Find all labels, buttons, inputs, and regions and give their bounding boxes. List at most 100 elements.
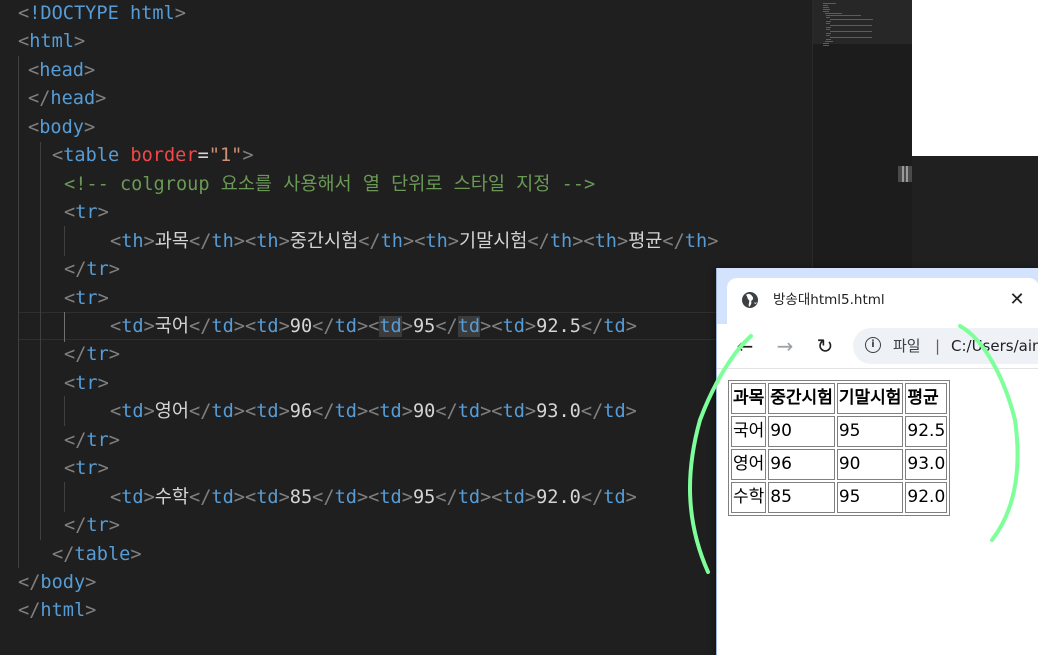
forward-arrow-icon[interactable]: → xyxy=(771,332,799,360)
scrollbar-marker xyxy=(902,166,908,182)
code-token: >< xyxy=(233,401,257,423)
code-token: th xyxy=(684,230,708,252)
code-token: > xyxy=(625,401,637,423)
code-line[interactable]: </body> xyxy=(18,569,96,597)
code-token: td xyxy=(211,486,234,508)
code-token: body xyxy=(40,572,86,593)
code-token: </ xyxy=(52,543,75,565)
code-token: > xyxy=(143,486,155,508)
code-token: 92.0 xyxy=(536,486,581,508)
code-token: td xyxy=(379,486,402,508)
code-token: >< xyxy=(572,230,595,252)
code-line[interactable]: <tr> xyxy=(64,285,109,313)
code-token: html xyxy=(129,3,175,24)
code-token: > xyxy=(278,230,290,252)
code-line[interactable]: </tr> xyxy=(64,256,120,284)
table-cell: 영어 xyxy=(731,449,767,480)
code-token: table xyxy=(74,543,131,565)
minimap-line xyxy=(830,25,872,26)
code-token: >< xyxy=(480,401,503,423)
browser-tab[interactable]: 방송대html5.html ✕ xyxy=(727,278,1038,324)
code-line[interactable]: </tr> xyxy=(64,427,120,455)
code-token: 85 xyxy=(289,486,313,508)
code-line[interactable]: <tr> xyxy=(64,199,109,227)
code-token: 국어 xyxy=(154,315,190,337)
code-line[interactable]: </tr> xyxy=(64,512,120,540)
code-token: </ xyxy=(18,600,41,622)
code-token: </ xyxy=(189,401,212,423)
reload-icon[interactable]: ↻ xyxy=(811,332,839,360)
code-line[interactable]: <td>영어</td><td>96</td><td>90</td><td>93.… xyxy=(110,398,637,426)
code-line[interactable]: <head> xyxy=(28,57,95,85)
code-line[interactable]: <table border="1"> xyxy=(52,142,254,170)
code-token: < xyxy=(64,287,76,309)
code-token: </ xyxy=(435,486,458,508)
address-bar[interactable]: i 파일 | C:/Users/aim xyxy=(853,328,1038,364)
code-line[interactable]: <td>수학</td><td>85</td><td>95</td><td>92.… xyxy=(110,484,637,512)
code-token: > xyxy=(143,230,155,252)
code-line[interactable]: </head> xyxy=(28,85,106,113)
code-token: </ xyxy=(580,315,604,337)
code-line[interactable]: <td>국어</td><td>90</td><td>95</td><td>92.… xyxy=(110,313,637,341)
code-token: </ xyxy=(189,486,212,508)
tab-title: 방송대html5.html xyxy=(773,292,885,308)
table-cell: 96 xyxy=(768,449,835,480)
table-cell: 90 xyxy=(768,416,835,447)
minimap-line xyxy=(823,11,829,12)
code-token: > xyxy=(524,401,537,423)
code-editor[interactable]: <!DOCTYPE html> <html> <head> </head> <body>… xyxy=(0,0,812,655)
globe-icon xyxy=(741,291,759,309)
code-line[interactable]: </html> xyxy=(18,597,96,625)
code-token: </ xyxy=(64,344,87,366)
code-token: html xyxy=(40,600,86,622)
code-token: > xyxy=(401,486,413,508)
code-token: < xyxy=(64,458,76,480)
minimap-line xyxy=(822,5,828,6)
code-line[interactable]: <th>과목</th><th>중간시험</th><th>기말시험</th><th… xyxy=(110,228,718,256)
indent-guide xyxy=(40,142,41,540)
header-cell: 평균 xyxy=(905,383,948,414)
browser-window: 방송대html5.html ✕ ← → ↻ i 파일 | C:/Users/ai… xyxy=(716,268,1038,655)
code-token: td xyxy=(457,315,481,337)
code-token: td xyxy=(211,315,234,337)
code-token: th xyxy=(256,230,279,252)
code-token: </ xyxy=(189,230,212,252)
code-line[interactable]: </tr> xyxy=(64,341,120,369)
indent-guide xyxy=(64,396,65,426)
code-line[interactable]: <tr> xyxy=(64,455,109,483)
code-line[interactable]: <body> xyxy=(28,114,95,142)
code-token: th xyxy=(425,230,448,252)
table-cell: 93.0 xyxy=(905,449,948,480)
indent-guide-active xyxy=(64,312,65,342)
close-tab-icon[interactable]: ✕ xyxy=(1005,288,1029,312)
code-line[interactable]: <tr> xyxy=(64,370,109,398)
code-token: >< xyxy=(356,401,380,423)
code-token: </ xyxy=(662,230,685,252)
code-token: body xyxy=(39,116,84,138)
code-token: td xyxy=(211,401,234,423)
back-arrow-icon[interactable]: ← xyxy=(731,332,759,360)
code-token: </ xyxy=(527,230,550,252)
code-token: > xyxy=(130,543,142,565)
code-line[interactable]: <!DOCTYPE html> xyxy=(18,0,186,28)
code-token: > xyxy=(143,401,155,423)
code-line[interactable]: <!-- colgroup 요소를 사용해서 열 단위로 스타일 지정 --> xyxy=(64,171,595,199)
table-cell: 95 xyxy=(836,482,904,513)
code-token: th xyxy=(594,230,617,252)
code-token: < xyxy=(18,3,30,24)
table-cell: 수학 xyxy=(731,482,767,513)
code-line[interactable]: <html> xyxy=(18,28,85,56)
code-token: 90 xyxy=(289,315,313,337)
address-url[interactable]: C:/Users/aim xyxy=(951,335,1038,357)
code-token: th xyxy=(549,230,573,252)
code-token: td xyxy=(502,486,525,508)
code-token: </ xyxy=(189,315,212,337)
code-token: </ xyxy=(64,259,87,281)
info-icon[interactable]: i xyxy=(865,337,881,353)
code-token: > xyxy=(108,259,120,281)
code-token: td xyxy=(256,401,279,423)
indent-guide xyxy=(64,482,65,512)
code-line[interactable]: </table> xyxy=(52,541,142,569)
code-token: td xyxy=(256,486,279,508)
